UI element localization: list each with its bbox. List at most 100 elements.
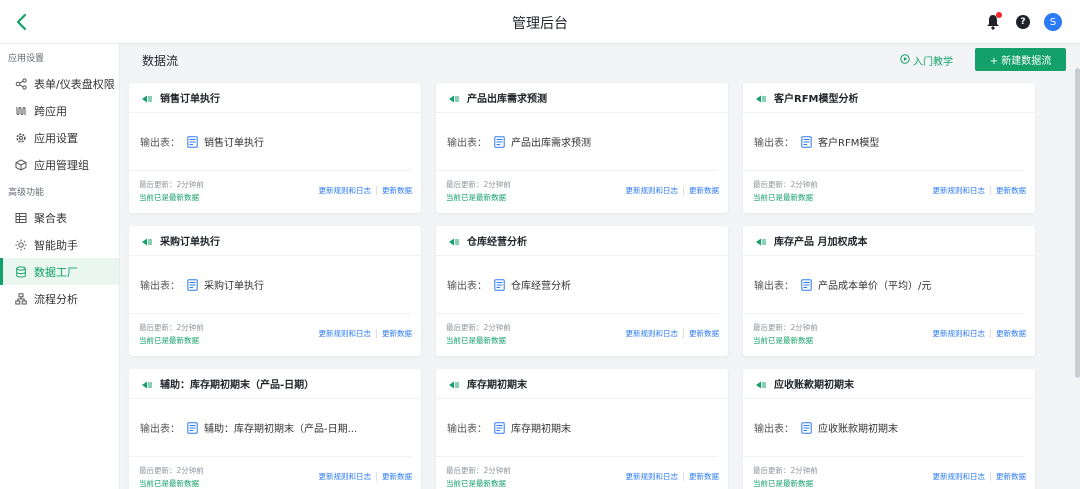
page-header: 数据流 入门教学 + 新建数据流 — [121, 44, 1068, 74]
dataflow-card[interactable]: 产品出库需求预测 输出表： 产品出库需求预测 最后更新：2分钟前 当前已是最新数据 更新规… — [436, 83, 728, 213]
dataflow-card[interactable]: 采购订单执行 输出表： 采购订单执行 最后更新：2分钟前 当前已是最新数据 更新规则和日志… — [129, 226, 421, 356]
link-divider — [683, 472, 684, 481]
rules-log-link[interactable]: 更新规则和日志 — [319, 471, 372, 482]
output-label: 输出表： — [140, 424, 180, 435]
sidebar-item-data-factory[interactable]: 数据工厂 — [0, 258, 119, 285]
card-title: 仓库经营分析 — [467, 237, 527, 248]
card-header[interactable]: 库存产品 月加权成本 — [743, 226, 1035, 256]
fresh-status-text: 当前已是最新数据 — [753, 479, 813, 488]
new-dataflow-button[interactable]: + 新建数据流 — [975, 48, 1066, 71]
link-divider — [990, 329, 991, 338]
last-updated-text: 最后更新：2分钟前 — [139, 466, 204, 475]
rules-log-link[interactable]: 更新规则和日志 — [933, 328, 986, 339]
update-data-link[interactable]: 更新数据 — [996, 328, 1026, 339]
help-icon[interactable]: ? — [1016, 15, 1030, 29]
rules-log-link[interactable]: 更新规则和日志 — [626, 328, 679, 339]
sidebar: 应用设置 表单/仪表盘权限 跨应用 应用设置 应用管理组 高级功能 聚合表 智能… — [0, 44, 120, 489]
dataflow-card[interactable]: 销售订单执行 输出表： 销售订单执行 最后更新：2分钟前 当前已是最新数据 更新规则和日志… — [129, 83, 421, 213]
rules-log-link[interactable]: 更新规则和日志 — [933, 185, 986, 196]
dataflow-card[interactable]: 库存产品 月加权成本 输出表： 产品成本单价（平均）/元 最后更新：2分钟前 当前已是最… — [743, 226, 1035, 356]
output-table-name[interactable]: 辅助：库存期初期末（产品-日期... — [204, 420, 357, 435]
table-doc-icon — [494, 278, 505, 291]
update-data-link[interactable]: 更新数据 — [689, 471, 719, 482]
sidebar-item-cross-app[interactable]: 跨应用 — [0, 97, 119, 124]
dataflow-icon — [448, 93, 460, 103]
card-output-row: 输出表： 辅助：库存期初期末（产品-日期... — [129, 399, 411, 457]
update-data-link[interactable]: 更新数据 — [689, 328, 719, 339]
card-header[interactable]: 应收账款期初期末 — [743, 369, 1035, 399]
card-header[interactable]: 产品出库需求预测 — [436, 83, 728, 113]
fresh-status-text: 当前已是最新数据 — [139, 193, 199, 202]
output-table-name[interactable]: 采购订单执行 — [204, 277, 264, 292]
card-output-row: 输出表： 应收账款期初期末 — [743, 399, 1025, 457]
output-table-name[interactable]: 销售订单执行 — [204, 134, 264, 149]
avatar[interactable]: S — [1044, 13, 1062, 31]
output-table-name[interactable]: 产品成本单价（平均）/元 — [818, 277, 931, 292]
card-footer: 最后更新：2分钟前 当前已是最新数据 更新规则和日志 更新数据 — [129, 171, 421, 211]
dataflow-icon — [755, 236, 767, 246]
sidebar-item-process-analysis[interactable]: 流程分析 — [0, 285, 119, 312]
card-title: 库存期初期末 — [467, 380, 527, 391]
last-updated-text: 最后更新：2分钟前 — [446, 323, 511, 332]
card-header[interactable]: 仓库经营分析 — [436, 226, 728, 256]
card-footer: 最后更新：2分钟前 当前已是最新数据 更新规则和日志 更新数据 — [743, 457, 1035, 489]
output-table-name[interactable]: 产品出库需求预测 — [511, 134, 591, 149]
update-data-link[interactable]: 更新数据 — [996, 471, 1026, 482]
dataflow-card[interactable]: 客户RFM模型分析 输出表： 客户RFM模型 最后更新：2分钟前 当前已是最新数据 更新规… — [743, 83, 1035, 213]
app-title: 管理后台 — [512, 16, 568, 32]
output-label: 输出表： — [447, 281, 487, 292]
link-divider — [683, 186, 684, 195]
sidebar-item-app-admin-group[interactable]: 应用管理组 — [0, 151, 119, 178]
rules-log-link[interactable]: 更新规则和日志 — [319, 185, 372, 196]
dataflow-icon — [141, 379, 153, 389]
last-updated-text: 最后更新：2分钟前 — [753, 180, 818, 189]
fresh-status-text: 当前已是最新数据 — [446, 193, 506, 202]
card-output-row: 输出表： 产品成本单价（平均）/元 — [743, 256, 1025, 314]
card-header[interactable]: 库存期初期末 — [436, 369, 728, 399]
output-table-name[interactable]: 仓库经营分析 — [511, 277, 571, 292]
dataflow-card[interactable]: 应收账款期初期末 输出表： 应收账款期初期末 最后更新：2分钟前 当前已是最新数据 更新规… — [743, 369, 1035, 489]
notification-bell-icon[interactable] — [984, 12, 1002, 32]
rules-log-link[interactable]: 更新规则和日志 — [933, 471, 986, 482]
update-data-link[interactable]: 更新数据 — [382, 328, 412, 339]
sidebar-item-label: 跨应用 — [34, 104, 67, 118]
sidebar-item-label: 聚合表 — [34, 211, 67, 225]
last-updated-text: 最后更新：2分钟前 — [139, 180, 204, 189]
dataflow-card[interactable]: 库存期初期末 输出表： 库存期初期末 最后更新：2分钟前 当前已是最新数据 更新规则和日志… — [436, 369, 728, 489]
output-table-name[interactable]: 库存期初期末 — [511, 420, 571, 435]
sidebar-item-form-permissions[interactable]: 表单/仪表盘权限 — [0, 70, 119, 97]
card-header[interactable]: 采购订单执行 — [129, 226, 421, 256]
update-data-link[interactable]: 更新数据 — [689, 185, 719, 196]
update-data-link[interactable]: 更新数据 — [382, 185, 412, 196]
rules-log-link[interactable]: 更新规则和日志 — [626, 185, 679, 196]
update-data-link[interactable]: 更新数据 — [996, 185, 1026, 196]
gear-icon — [14, 131, 28, 145]
sidebar-item-aggregate-table[interactable]: 聚合表 — [0, 204, 119, 231]
card-output-row: 输出表： 库存期初期末 — [436, 399, 718, 457]
dataflow-card[interactable]: 仓库经营分析 输出表： 仓库经营分析 最后更新：2分钟前 当前已是最新数据 更新规则和日志… — [436, 226, 728, 356]
update-data-link[interactable]: 更新数据 — [382, 471, 412, 482]
output-table-name[interactable]: 应收账款期初期末 — [818, 420, 898, 435]
card-header[interactable]: 销售订单执行 — [129, 83, 421, 113]
sidebar-item-label: 流程分析 — [34, 292, 78, 306]
bulb-icon — [14, 238, 28, 252]
dataflow-icon — [755, 93, 767, 103]
output-label: 输出表： — [447, 424, 487, 435]
rules-log-link[interactable]: 更新规则和日志 — [626, 471, 679, 482]
card-footer: 最后更新：2分钟前 当前已是最新数据 更新规则和日志 更新数据 — [436, 457, 728, 489]
notification-dot — [996, 12, 1002, 18]
rules-log-link[interactable]: 更新规则和日志 — [319, 328, 372, 339]
main-content: 数据流 入门教学 + 新建数据流 销售订单执行输出表： 销售订单执行最后更新：2分… — [121, 44, 1068, 489]
card-title: 库存产品 月加权成本 — [774, 237, 868, 248]
dataflow-card[interactable]: 辅助：库存期初期末（产品-日期） 输出表： 辅助：库存期初期末（产品-日期... 最后… — [129, 369, 421, 489]
output-table-name[interactable]: 客户RFM模型 — [818, 134, 879, 149]
card-output-row: 输出表： 产品出库需求预测 — [436, 113, 718, 171]
tutorial-link[interactable]: 入门教学 — [900, 53, 953, 68]
table-doc-icon — [801, 135, 812, 148]
sidebar-item-app-settings[interactable]: 应用设置 — [0, 124, 119, 151]
scrollbar[interactable] — [1075, 68, 1080, 378]
card-header[interactable]: 辅助：库存期初期末（产品-日期） — [129, 369, 421, 399]
sidebar-item-label: 数据工厂 — [34, 265, 78, 279]
card-header[interactable]: 客户RFM模型分析 — [743, 83, 1035, 113]
sidebar-item-smart-assistant[interactable]: 智能助手 — [0, 231, 119, 258]
